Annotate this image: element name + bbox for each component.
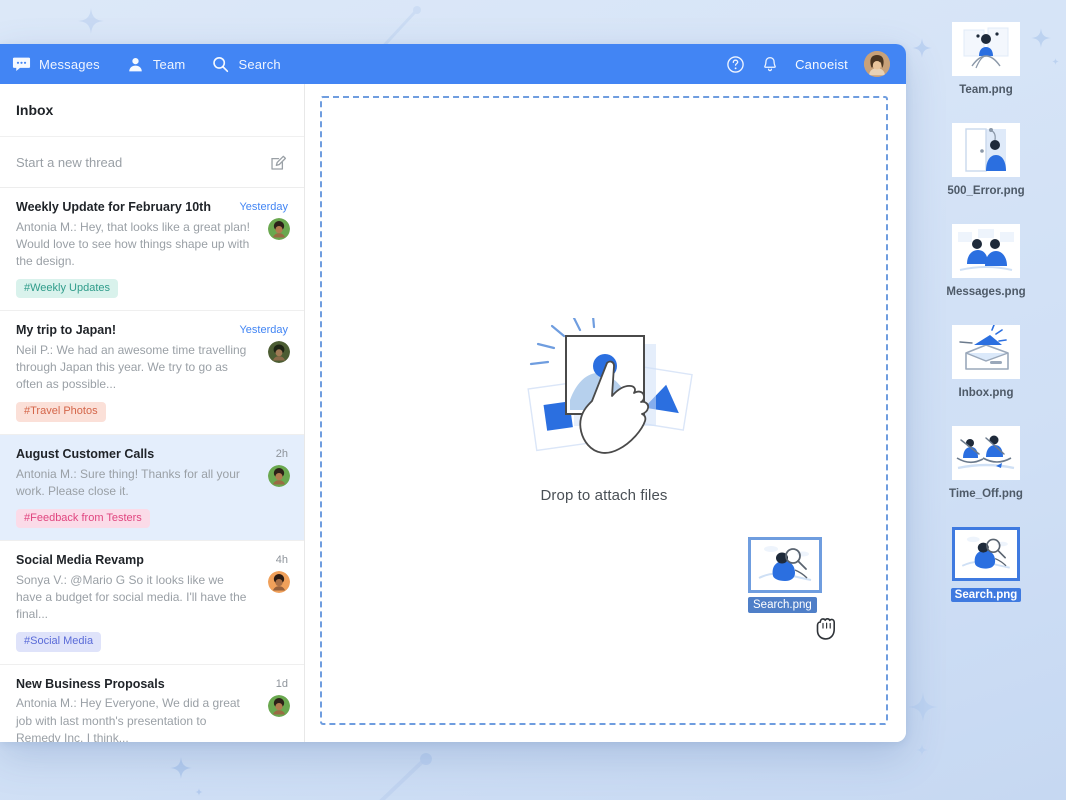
thread-list[interactable]: Weekly Update for February 10th Yesterda… xyxy=(0,188,304,742)
messages-illustration xyxy=(952,224,1020,278)
page-title: Inbox xyxy=(16,102,53,118)
desktop-icon-search[interactable]: Search.png xyxy=(926,527,1046,602)
nav-item-search[interactable]: Search xyxy=(211,55,280,74)
thread-preview: Antonia M.: Sure thing! Thanks for all y… xyxy=(16,466,288,500)
top-navigation-bar: Messages Team Search xyxy=(0,44,906,84)
new-thread-row[interactable]: Start a new thread xyxy=(0,136,304,188)
status-badge[interactable]: #Social Media xyxy=(16,632,101,652)
desktop-icon-label: Messages.png xyxy=(942,285,1029,299)
person-icon xyxy=(126,55,145,74)
sparkle-decoration xyxy=(170,757,192,779)
thread-header: Weekly Update for February 10th Yesterda… xyxy=(16,200,288,216)
thread-preview: Antonia M.: Hey Everyone, We did a great… xyxy=(16,695,288,742)
sparkle-decoration xyxy=(195,788,203,796)
compose-pencil-icon[interactable] xyxy=(269,153,288,172)
streak-decoration xyxy=(370,748,440,800)
sparkle-decoration xyxy=(78,8,104,34)
thread-title: Weekly Update for February 10th xyxy=(16,200,211,216)
desktop-icon-label: 500_Error.png xyxy=(943,184,1028,198)
thread-timestamp: 4h xyxy=(276,553,288,566)
desktop-icon-team[interactable]: Team.png xyxy=(926,22,1046,97)
chat-bubble-icon xyxy=(12,55,31,74)
list-item[interactable]: My trip to Japan! Yesterday Neil P.: We … xyxy=(0,311,304,434)
status-badge[interactable]: #Weekly Updates xyxy=(16,279,118,299)
drop-files-hand-illustration xyxy=(514,318,694,473)
nav-item-search-label: Search xyxy=(238,57,280,72)
thread-preview: Neil P.: We had an awesome time travelli… xyxy=(16,342,288,393)
error-door-illustration xyxy=(952,123,1020,177)
nav-item-messages[interactable]: Messages xyxy=(12,55,100,74)
list-item[interactable]: Social Media Revamp 4h Sonya V.: @Mario … xyxy=(0,541,304,664)
desktop-icon-500-error[interactable]: 500_Error.png xyxy=(926,123,1046,198)
topbar-right-cluster: Canoeist xyxy=(726,51,890,77)
thread-preview: Antonia M.: Hey, that looks like a great… xyxy=(16,219,288,270)
user-name-label: Canoeist xyxy=(795,57,848,72)
desktop-icon-label: Search.png xyxy=(951,588,1022,602)
list-item[interactable]: Weekly Update for February 10th Yesterda… xyxy=(0,188,304,311)
drop-label: Drop to attach files xyxy=(540,487,667,504)
thread-timestamp: Yesterday xyxy=(239,200,288,213)
inbox-box-illustration xyxy=(952,325,1020,379)
thread-title: New Business Proposals xyxy=(16,677,165,693)
desktop: Messages Team Search xyxy=(0,0,1066,800)
thread-timestamp: 2h xyxy=(276,447,288,460)
sparkle-decoration xyxy=(916,744,928,756)
thread-header: Social Media Revamp 4h xyxy=(16,553,288,569)
question-circle-icon[interactable] xyxy=(726,55,745,74)
avatar xyxy=(268,218,290,240)
app-body: Inbox Start a new thread xyxy=(0,84,906,742)
desktop-icon-messages[interactable]: Messages.png xyxy=(926,224,1046,299)
thread-title: Social Media Revamp xyxy=(16,553,144,569)
thread-header: August Customer Calls 2h xyxy=(16,447,288,463)
desktop-icon-label: Time_Off.png xyxy=(945,487,1027,501)
list-item[interactable]: August Customer Calls 2h Antonia M.: Sur… xyxy=(0,435,304,541)
file-dropzone[interactable]: Drop to attach files xyxy=(320,96,888,725)
thread-header: My trip to Japan! Yesterday xyxy=(16,323,288,339)
main-content: Drop to attach files xyxy=(305,84,906,742)
desktop-icon-time-off[interactable]: Time_Off.png xyxy=(926,426,1046,501)
list-item[interactable]: New Business Proposals 1d Antonia M.: He… xyxy=(0,665,304,742)
desktop-icon-grid: Team.png 500_Error.png xyxy=(906,22,1066,602)
nav-item-messages-label: Messages xyxy=(39,57,100,72)
nav-item-team-label: Team xyxy=(153,57,186,72)
bell-icon[interactable] xyxy=(761,55,779,74)
team-illustration xyxy=(952,22,1020,76)
app-window: Messages Team Search xyxy=(0,44,906,742)
new-thread-placeholder: Start a new thread xyxy=(16,155,122,170)
inbox-header: Inbox xyxy=(0,84,304,136)
thread-title: My trip to Japan! xyxy=(16,323,116,339)
avatar xyxy=(268,465,290,487)
status-badge[interactable]: #Feedback from Testers xyxy=(16,509,150,529)
desktop-icon-label: Inbox.png xyxy=(955,386,1018,400)
search-illustration xyxy=(952,527,1020,581)
avatar xyxy=(268,695,290,717)
thread-timestamp: 1d xyxy=(276,677,288,690)
sparkle-decoration xyxy=(908,692,938,722)
magnifier-icon xyxy=(211,55,230,74)
desktop-icon-label: Team.png xyxy=(955,83,1016,97)
nav-item-team[interactable]: Team xyxy=(126,55,186,74)
thread-preview: Sonya V.: @Mario G So it looks like we h… xyxy=(16,572,288,623)
avatar[interactable] xyxy=(864,51,890,77)
desktop-icon-inbox[interactable]: Inbox.png xyxy=(926,325,1046,400)
status-badge[interactable]: #Travel Photos xyxy=(16,402,106,422)
thread-header: New Business Proposals 1d xyxy=(16,677,288,693)
sidebar: Inbox Start a new thread xyxy=(0,84,305,742)
thread-timestamp: Yesterday xyxy=(239,323,288,336)
thread-title: August Customer Calls xyxy=(16,447,154,463)
canoe-illustration xyxy=(952,426,1020,480)
